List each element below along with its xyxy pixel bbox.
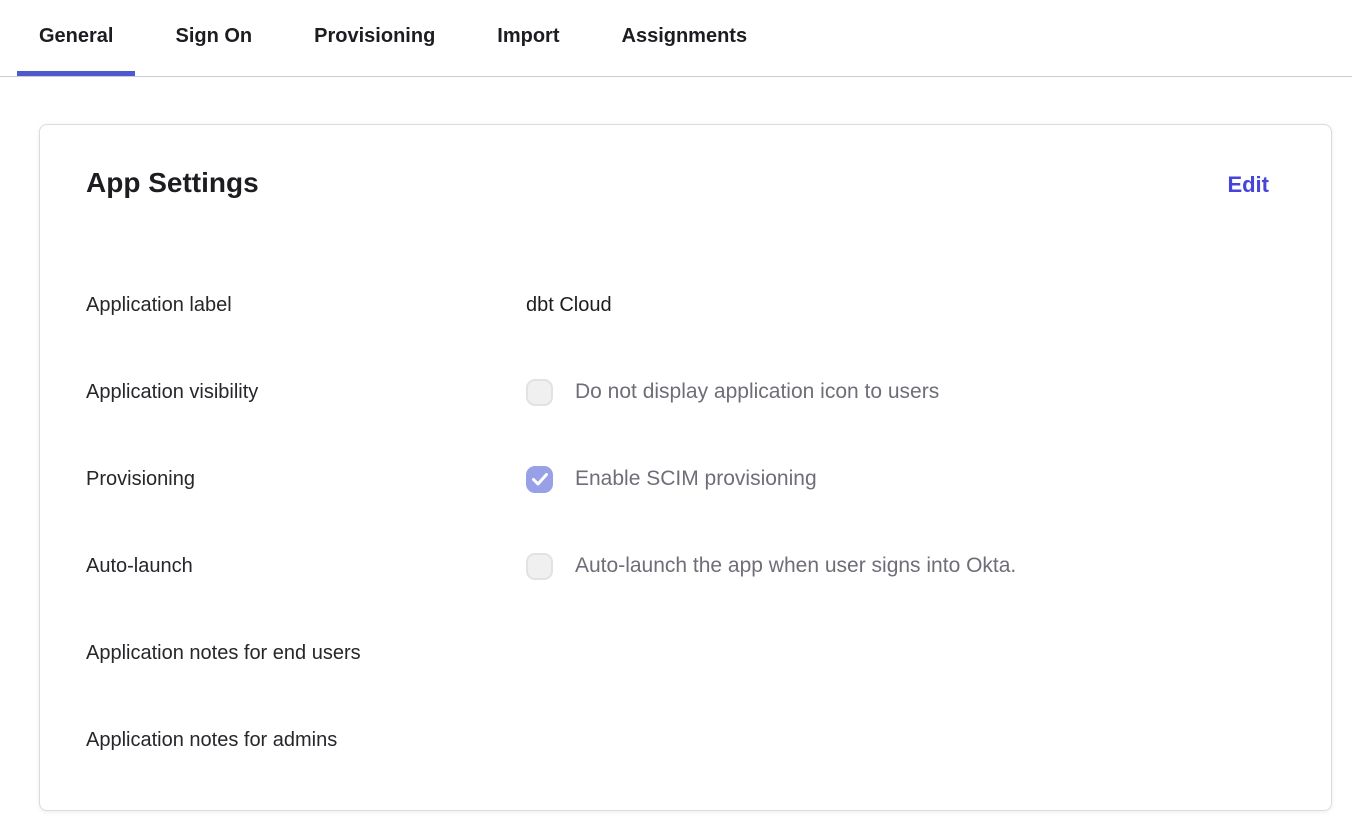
app-settings-page: General Sign On Provisioning Import Assi… xyxy=(0,0,1352,826)
field-value: Do not display application icon to users xyxy=(526,378,939,406)
field-label: Application visibility xyxy=(86,378,526,406)
field-value: Auto-launch the app when user signs into… xyxy=(526,552,1016,580)
checkbox-label: Auto-launch the app when user signs into… xyxy=(575,552,1016,580)
field-label: Auto-launch xyxy=(86,552,526,580)
card-header: App Settings Edit xyxy=(86,165,1269,201)
checkbox-label: Do not display application icon to users xyxy=(575,378,939,406)
tab-assignments[interactable]: Assignments xyxy=(600,1,770,76)
tab-general[interactable]: General xyxy=(17,1,135,76)
tab-sign-on[interactable]: Sign On xyxy=(153,1,274,76)
auto-launch-checkbox[interactable] xyxy=(526,553,553,580)
field-value: dbt Cloud xyxy=(526,291,612,319)
field-label: Application label xyxy=(86,291,526,319)
edit-button[interactable]: Edit xyxy=(1227,172,1269,198)
tab-provisioning[interactable]: Provisioning xyxy=(292,1,457,76)
row-application-visibility: Application visibility Do not display ap… xyxy=(86,378,1269,406)
settings-rows: Application label dbt Cloud Application … xyxy=(86,291,1269,754)
row-application-label: Application label dbt Cloud xyxy=(86,291,1269,319)
check-icon xyxy=(532,473,548,486)
field-label: Application notes for admins xyxy=(86,726,526,754)
checkbox-label: Enable SCIM provisioning xyxy=(575,465,817,493)
page-title: App Settings xyxy=(86,165,259,201)
scim-provisioning-checkbox[interactable] xyxy=(526,466,553,493)
field-label: Application notes for end users xyxy=(86,639,526,667)
app-tab-bar: General Sign On Provisioning Import Assi… xyxy=(0,0,1352,77)
tab-import[interactable]: Import xyxy=(475,1,581,76)
field-label: Provisioning xyxy=(86,465,526,493)
row-auto-launch: Auto-launch Auto-launch the app when use… xyxy=(86,552,1269,580)
app-settings-card: App Settings Edit Application label dbt … xyxy=(39,124,1332,811)
field-value: Enable SCIM provisioning xyxy=(526,465,817,493)
row-notes-end-users: Application notes for end users xyxy=(86,639,1269,667)
row-provisioning: Provisioning Enable SCIM provisioning xyxy=(86,465,1269,493)
row-notes-admins: Application notes for admins xyxy=(86,726,1269,754)
visibility-checkbox[interactable] xyxy=(526,379,553,406)
